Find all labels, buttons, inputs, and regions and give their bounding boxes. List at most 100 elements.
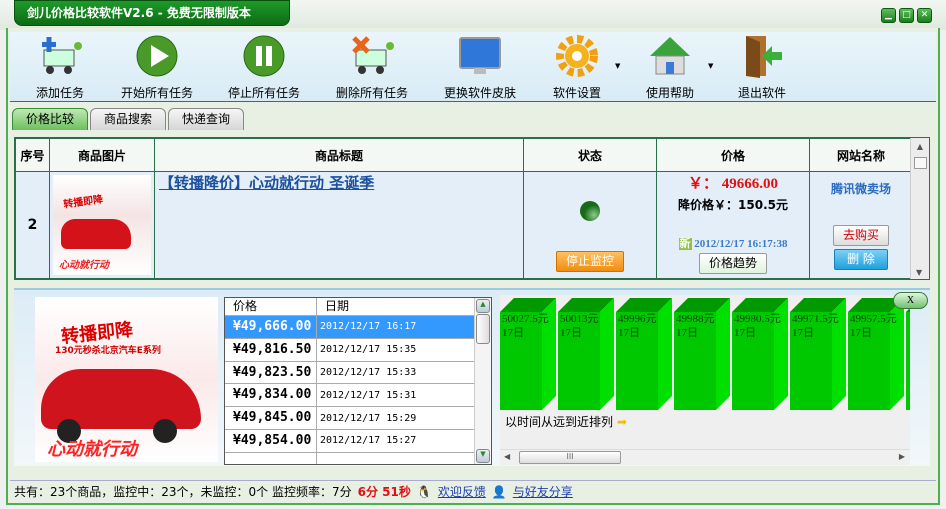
- price-bar[interactable]: 49980.5元 17日: [732, 298, 788, 410]
- price-bar[interactable]: [906, 298, 910, 410]
- home-icon: [648, 34, 692, 78]
- close-button[interactable]: ✕: [917, 8, 932, 23]
- price-bars-panel: 50027.5元 17日 50013元 17日 49996元 17日 49988元 17日 49…: [500, 295, 910, 465]
- price-bar[interactable]: 49996元 17日: [616, 298, 672, 410]
- window-title: 剑儿价格比较软件V2.6 - 免费无限制版本: [14, 0, 290, 26]
- buy-button[interactable]: 去购买: [832, 225, 889, 246]
- price-bar[interactable]: 50027.5元 17日: [500, 298, 556, 410]
- minimize-button[interactable]: ▁: [881, 8, 896, 23]
- history-col-date[interactable]: 日期: [317, 298, 349, 315]
- product-grid: 序号 商品图片 商品标题 状态 价格 网站名称 2 转播即降 心动就行动 【转播…: [14, 137, 930, 280]
- user-icon: 👤: [491, 484, 507, 499]
- pause-icon: [242, 34, 286, 78]
- status-bar: 共有：23个商品，监控中：23个，未监控：0个 监控频率：7分 6分 51秒 🐧…: [10, 480, 936, 502]
- history-date: 2012/12/17 16:17: [320, 321, 417, 333]
- update-time: 2012/12/17 16:17:38: [694, 238, 788, 250]
- table-row[interactable]: 2 转播即降 心动就行动 【转播降价】心动就行动 圣诞季 停止监控 ￥： 496…: [15, 171, 913, 279]
- tab-price-compare[interactable]: 价格比较: [12, 108, 89, 130]
- toolbar-button-gear[interactable]: 软件设置 ▼: [527, 34, 627, 101]
- arrow-right-icon: ➡: [616, 415, 627, 429]
- history-row[interactable]: ¥49,816.50 2012/12/17 15:35: [225, 338, 491, 362]
- toolbar-label: 使用帮助: [645, 86, 694, 100]
- bar-price: 49971.5元: [792, 313, 839, 325]
- toolbar-label: 开始所有任务: [120, 86, 193, 100]
- history-date: 2012/12/17 15:27: [320, 435, 417, 447]
- close-panel-button[interactable]: X: [893, 292, 928, 309]
- feedback-link[interactable]: 欢迎反馈: [438, 481, 486, 503]
- col-header-image[interactable]: 商品图片: [49, 138, 155, 172]
- toolbar-button-monitor[interactable]: 更换软件皮肤: [430, 34, 530, 101]
- monitor-icon: [458, 34, 502, 78]
- new-badge: 新: [678, 238, 692, 250]
- price-drop: 降价格￥：150.5元: [678, 198, 788, 212]
- price-bar[interactable]: 49957.5元 17日: [848, 298, 904, 410]
- col-header-status[interactable]: 状态: [523, 138, 657, 172]
- toolbar-button-home[interactable]: 使用帮助 ▼: [620, 34, 720, 101]
- grid-scrollbar[interactable]: ▲ ▼: [910, 138, 929, 279]
- status-summary: 共有：23个商品，监控中：23个，未监控：0个 监控频率：7分: [14, 484, 352, 499]
- tab-express-query[interactable]: 快递查询: [168, 108, 245, 130]
- history-price: ¥49,834.00: [225, 384, 317, 407]
- toolbar-button-cart-add[interactable]: 添加任务: [10, 34, 110, 101]
- gear-icon: [555, 34, 599, 78]
- toolbar-button-pause[interactable]: 停止所有任务: [214, 34, 314, 101]
- toolbar-label: 软件设置: [552, 86, 601, 100]
- qq-icon: 🐧: [416, 484, 432, 499]
- exit-door-icon: [740, 34, 784, 78]
- history-price: ¥49,666.00: [225, 316, 317, 338]
- history-price: ¥49,816.50: [225, 338, 317, 361]
- title-bar: 剑儿价格比较软件V2.6 - 免费无限制版本 ▁ □ ✕: [0, 0, 946, 30]
- toolbar-label: 退出软件: [737, 86, 786, 100]
- history-col-price[interactable]: 价格: [225, 298, 317, 315]
- bar-day: 17日: [676, 327, 698, 339]
- bar-price: 50013元: [560, 313, 599, 325]
- toolbar-label: 更换软件皮肤: [443, 86, 516, 100]
- toolbar-button-cart-delete[interactable]: 删除所有任务: [322, 34, 422, 101]
- price-bar[interactable]: 49971.5元 17日: [790, 298, 846, 410]
- history-row[interactable]: [225, 452, 491, 464]
- toolbar-button-play[interactable]: 开始所有任务: [107, 34, 207, 101]
- history-row[interactable]: ¥49,854.00 2012/12/17 15:27: [225, 429, 491, 453]
- toolbar-button-exit-door[interactable]: 退出软件: [712, 34, 812, 101]
- price-bar[interactable]: 50013元 17日: [558, 298, 614, 410]
- history-price: ¥49,854.00: [225, 429, 317, 452]
- history-row[interactable]: ¥49,823.50 2012/12/17 15:33: [225, 361, 491, 385]
- tab-product-search[interactable]: 商品搜索: [90, 108, 167, 130]
- toolbar: 添加任务 开始所有任务 停止所有任务 删除所有任务 更换软件皮肤 软件设置 ▼ 使用帮助 ▼ 退出…: [10, 32, 936, 102]
- price-bar[interactable]: 49988元 17日: [674, 298, 730, 410]
- sort-note: 以时间从远到近排列: [505, 415, 614, 429]
- bar-price: 49996元: [618, 313, 657, 325]
- bar-price: 49980.5元: [734, 313, 781, 325]
- col-header-price[interactable]: 价格: [656, 138, 810, 172]
- product-thumbnail[interactable]: 转播即降 心动就行动: [49, 171, 155, 279]
- history-row[interactable]: ¥49,845.00 2012/12/17 15:29: [225, 407, 491, 430]
- countdown: 6分 51秒: [357, 484, 411, 499]
- history-date: 2012/12/17 15:29: [320, 412, 417, 424]
- bar-price: 49957.5元: [850, 313, 897, 325]
- bar-price: 49988元: [676, 313, 715, 325]
- monitor-status-icon: [580, 200, 600, 221]
- history-date: 2012/12/17 15:33: [320, 366, 417, 378]
- stop-monitor-button[interactable]: 停止监控: [555, 250, 624, 272]
- image-slogan: 心动就行动: [47, 439, 137, 460]
- bar-price: 50027.5元: [502, 313, 549, 325]
- bar-day: 17日: [560, 327, 582, 339]
- col-header-index[interactable]: 序号: [15, 138, 50, 172]
- delete-button[interactable]: 删 除: [834, 249, 888, 270]
- share-link[interactable]: 与好友分享: [513, 481, 573, 503]
- bars-hscrollbar[interactable]: ◀ III ▶: [500, 449, 910, 465]
- price-history-list[interactable]: 价格 日期 ¥49,666.00 2012/12/17 16:17 ¥49,816.5…: [224, 297, 492, 465]
- toolbar-label: 删除所有任务: [335, 86, 408, 100]
- product-title-link[interactable]: 【转播降价】心动就行动 圣诞季: [159, 174, 374, 192]
- tab-bar: 价格比较 商品搜索 快递查询: [12, 108, 245, 130]
- history-row[interactable]: ¥49,834.00 2012/12/17 15:31: [225, 384, 491, 408]
- history-row[interactable]: ¥49,666.00 2012/12/17 16:17: [225, 316, 491, 339]
- price-trend-button[interactable]: 价格趋势: [698, 253, 767, 274]
- site-name: 腾讯微卖场: [830, 182, 891, 196]
- row-index: 2: [15, 171, 50, 279]
- col-header-site[interactable]: 网站名称: [809, 138, 913, 172]
- col-header-title[interactable]: 商品标题: [154, 138, 524, 172]
- history-scrollbar[interactable]: ▲ ▼: [474, 298, 491, 464]
- maximize-button[interactable]: □: [899, 8, 914, 23]
- detail-panel: 转播即降 130元秒杀北京汽车E系列 心动就行动 价格 日期 ¥49,666.00…: [14, 288, 930, 466]
